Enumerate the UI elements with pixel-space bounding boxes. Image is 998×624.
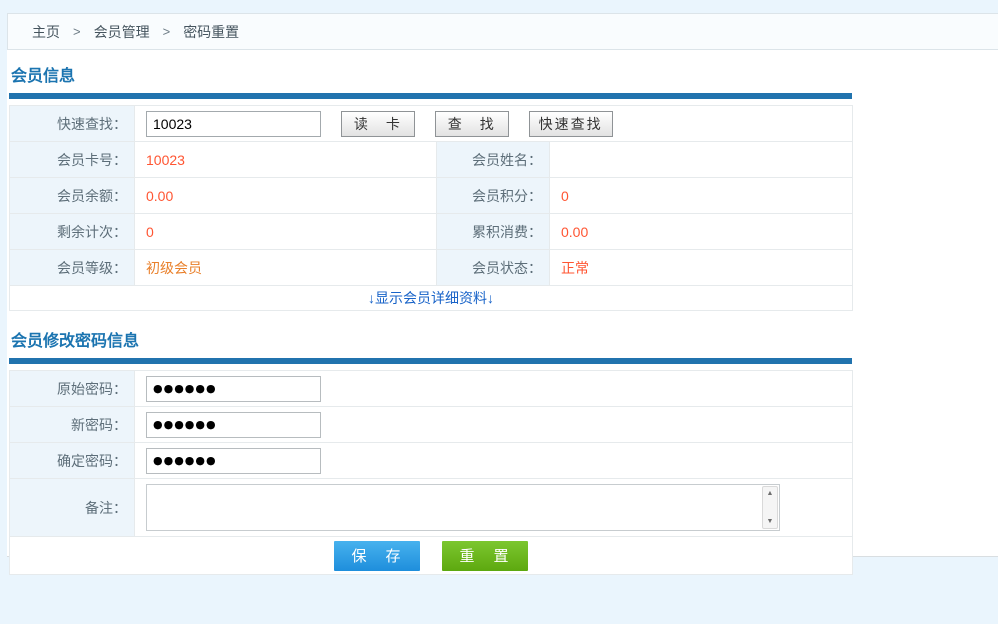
breadcrumb-home[interactable]: 主页 [32, 22, 60, 42]
table-row: 快速查找： 读 卡 查 找 快速查找 [10, 106, 853, 142]
card-number-value: 10023 [135, 142, 437, 178]
points-label: 会员积分： [437, 178, 550, 214]
points-value: 0 [550, 178, 853, 214]
balance-value: 0.00 [135, 178, 437, 214]
breadcrumb-member-management[interactable]: 会员管理 [94, 22, 150, 42]
scroll-down-icon[interactable]: ▼ [767, 518, 774, 525]
quick-find-input[interactable] [146, 111, 321, 137]
member-info-section-title: 会员信息 [11, 62, 852, 86]
breadcrumb: 主页 > 会员管理 > 密码重置 [7, 13, 998, 50]
remaining-times-value: 0 [135, 214, 437, 250]
confirm-password-label: 确定密码： [10, 443, 135, 479]
table-row: 会员余额： 0.00 会员积分： 0 [10, 178, 853, 214]
textarea-scrollbar[interactable]: ▲ ▼ [762, 486, 778, 529]
member-name-value [550, 142, 853, 178]
balance-label: 会员余额： [10, 178, 135, 214]
total-consumption-label: 累积消费： [437, 214, 550, 250]
breadcrumb-separator: > [163, 24, 171, 39]
password-form-table: 原始密码： 新密码： 确定密码： 备注： [9, 370, 853, 575]
member-grade-value: 初级会员 [135, 250, 437, 286]
original-password-input[interactable] [146, 376, 321, 402]
content-panel: 会员信息 快速查找： 读 卡 查 找 快速查找 会员卡号： 10023 会员姓名… [7, 50, 998, 557]
table-row: 会员卡号： 10023 会员姓名： [10, 142, 853, 178]
scroll-up-icon[interactable]: ▲ [767, 490, 774, 497]
member-name-label: 会员姓名： [437, 142, 550, 178]
table-row: 原始密码： [10, 371, 853, 407]
breadcrumb-separator: > [73, 24, 81, 39]
member-status-label: 会员状态： [437, 250, 550, 286]
remark-label: 备注： [10, 479, 135, 537]
remark-field-wrapper: ▲ ▼ [146, 484, 780, 531]
confirm-password-input[interactable] [146, 448, 321, 474]
member-info-table: 快速查找： 读 卡 查 找 快速查找 会员卡号： 10023 会员姓名： 会员余… [9, 105, 853, 311]
table-row: 保 存 重 置 [10, 537, 853, 575]
find-button[interactable]: 查 找 [435, 111, 509, 137]
password-section-divider [9, 358, 852, 364]
remark-input[interactable] [147, 485, 761, 530]
total-consumption-value: 0.00 [550, 214, 853, 250]
read-card-button[interactable]: 读 卡 [341, 111, 415, 137]
table-row: 确定密码： [10, 443, 853, 479]
action-bar: 保 存 重 置 [10, 541, 852, 571]
table-row: 会员等级： 初级会员 会员状态： 正常 [10, 250, 853, 286]
table-row: 备注： ▲ ▼ [10, 479, 853, 537]
table-row: 剩余计次： 0 累积消费： 0.00 [10, 214, 853, 250]
password-section-title: 会员修改密码信息 [11, 327, 852, 351]
original-password-label: 原始密码： [10, 371, 135, 407]
reset-button[interactable]: 重 置 [442, 541, 528, 571]
quick-find-label: 快速查找： [10, 106, 135, 142]
member-info-section-divider [9, 93, 852, 99]
card-number-label: 会员卡号： [10, 142, 135, 178]
table-row: ↓显示会员详细资料↓ [10, 286, 853, 311]
save-button[interactable]: 保 存 [334, 541, 420, 571]
new-password-input[interactable] [146, 412, 321, 438]
table-row: 新密码： [10, 407, 853, 443]
remaining-times-label: 剩余计次： [10, 214, 135, 250]
member-grade-label: 会员等级： [10, 250, 135, 286]
new-password-label: 新密码： [10, 407, 135, 443]
quick-find-button[interactable]: 快速查找 [529, 111, 613, 137]
member-status-value: 正常 [550, 250, 853, 286]
breadcrumb-password-reset[interactable]: 密码重置 [183, 22, 239, 42]
show-member-detail-link[interactable]: ↓显示会员详细资料↓ [368, 290, 494, 306]
